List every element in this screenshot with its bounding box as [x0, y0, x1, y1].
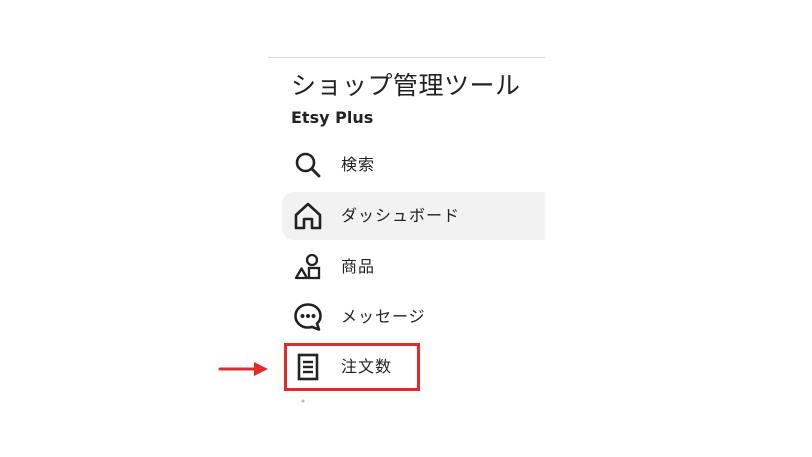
sidebar-item-label: ダッシュボード [341, 206, 461, 225]
sidebar-item-dashboard[interactable]: ダッシュボード [282, 192, 545, 240]
next-item-cutoff [301, 399, 305, 403]
annotation-arrow-icon [218, 362, 268, 376]
sidebar-item-listings[interactable]: 商品 [282, 243, 545, 291]
shapes-icon [291, 250, 325, 284]
sidebar-item-label: 検索 [341, 155, 376, 174]
search-icon [291, 148, 325, 182]
sidebar-item-search[interactable]: 検索 [282, 141, 545, 189]
annotation-highlight-box [284, 343, 420, 391]
sidebar-item-label: メッセージ [341, 307, 426, 326]
sidebar-item-label: 商品 [341, 257, 376, 276]
home-icon [291, 199, 325, 233]
top-divider [268, 57, 545, 58]
chat-bubble-icon [291, 300, 325, 334]
shop-manager-sidebar-screenshot: ショップ管理ツール Etsy Plus 検索 ダッシュボード 商品 メッセージ … [0, 0, 812, 457]
sidebar-item-messages[interactable]: メッセージ [282, 293, 545, 341]
shop-subscription-label: Etsy Plus [291, 108, 374, 127]
shop-manager-title: ショップ管理ツール [291, 71, 521, 100]
